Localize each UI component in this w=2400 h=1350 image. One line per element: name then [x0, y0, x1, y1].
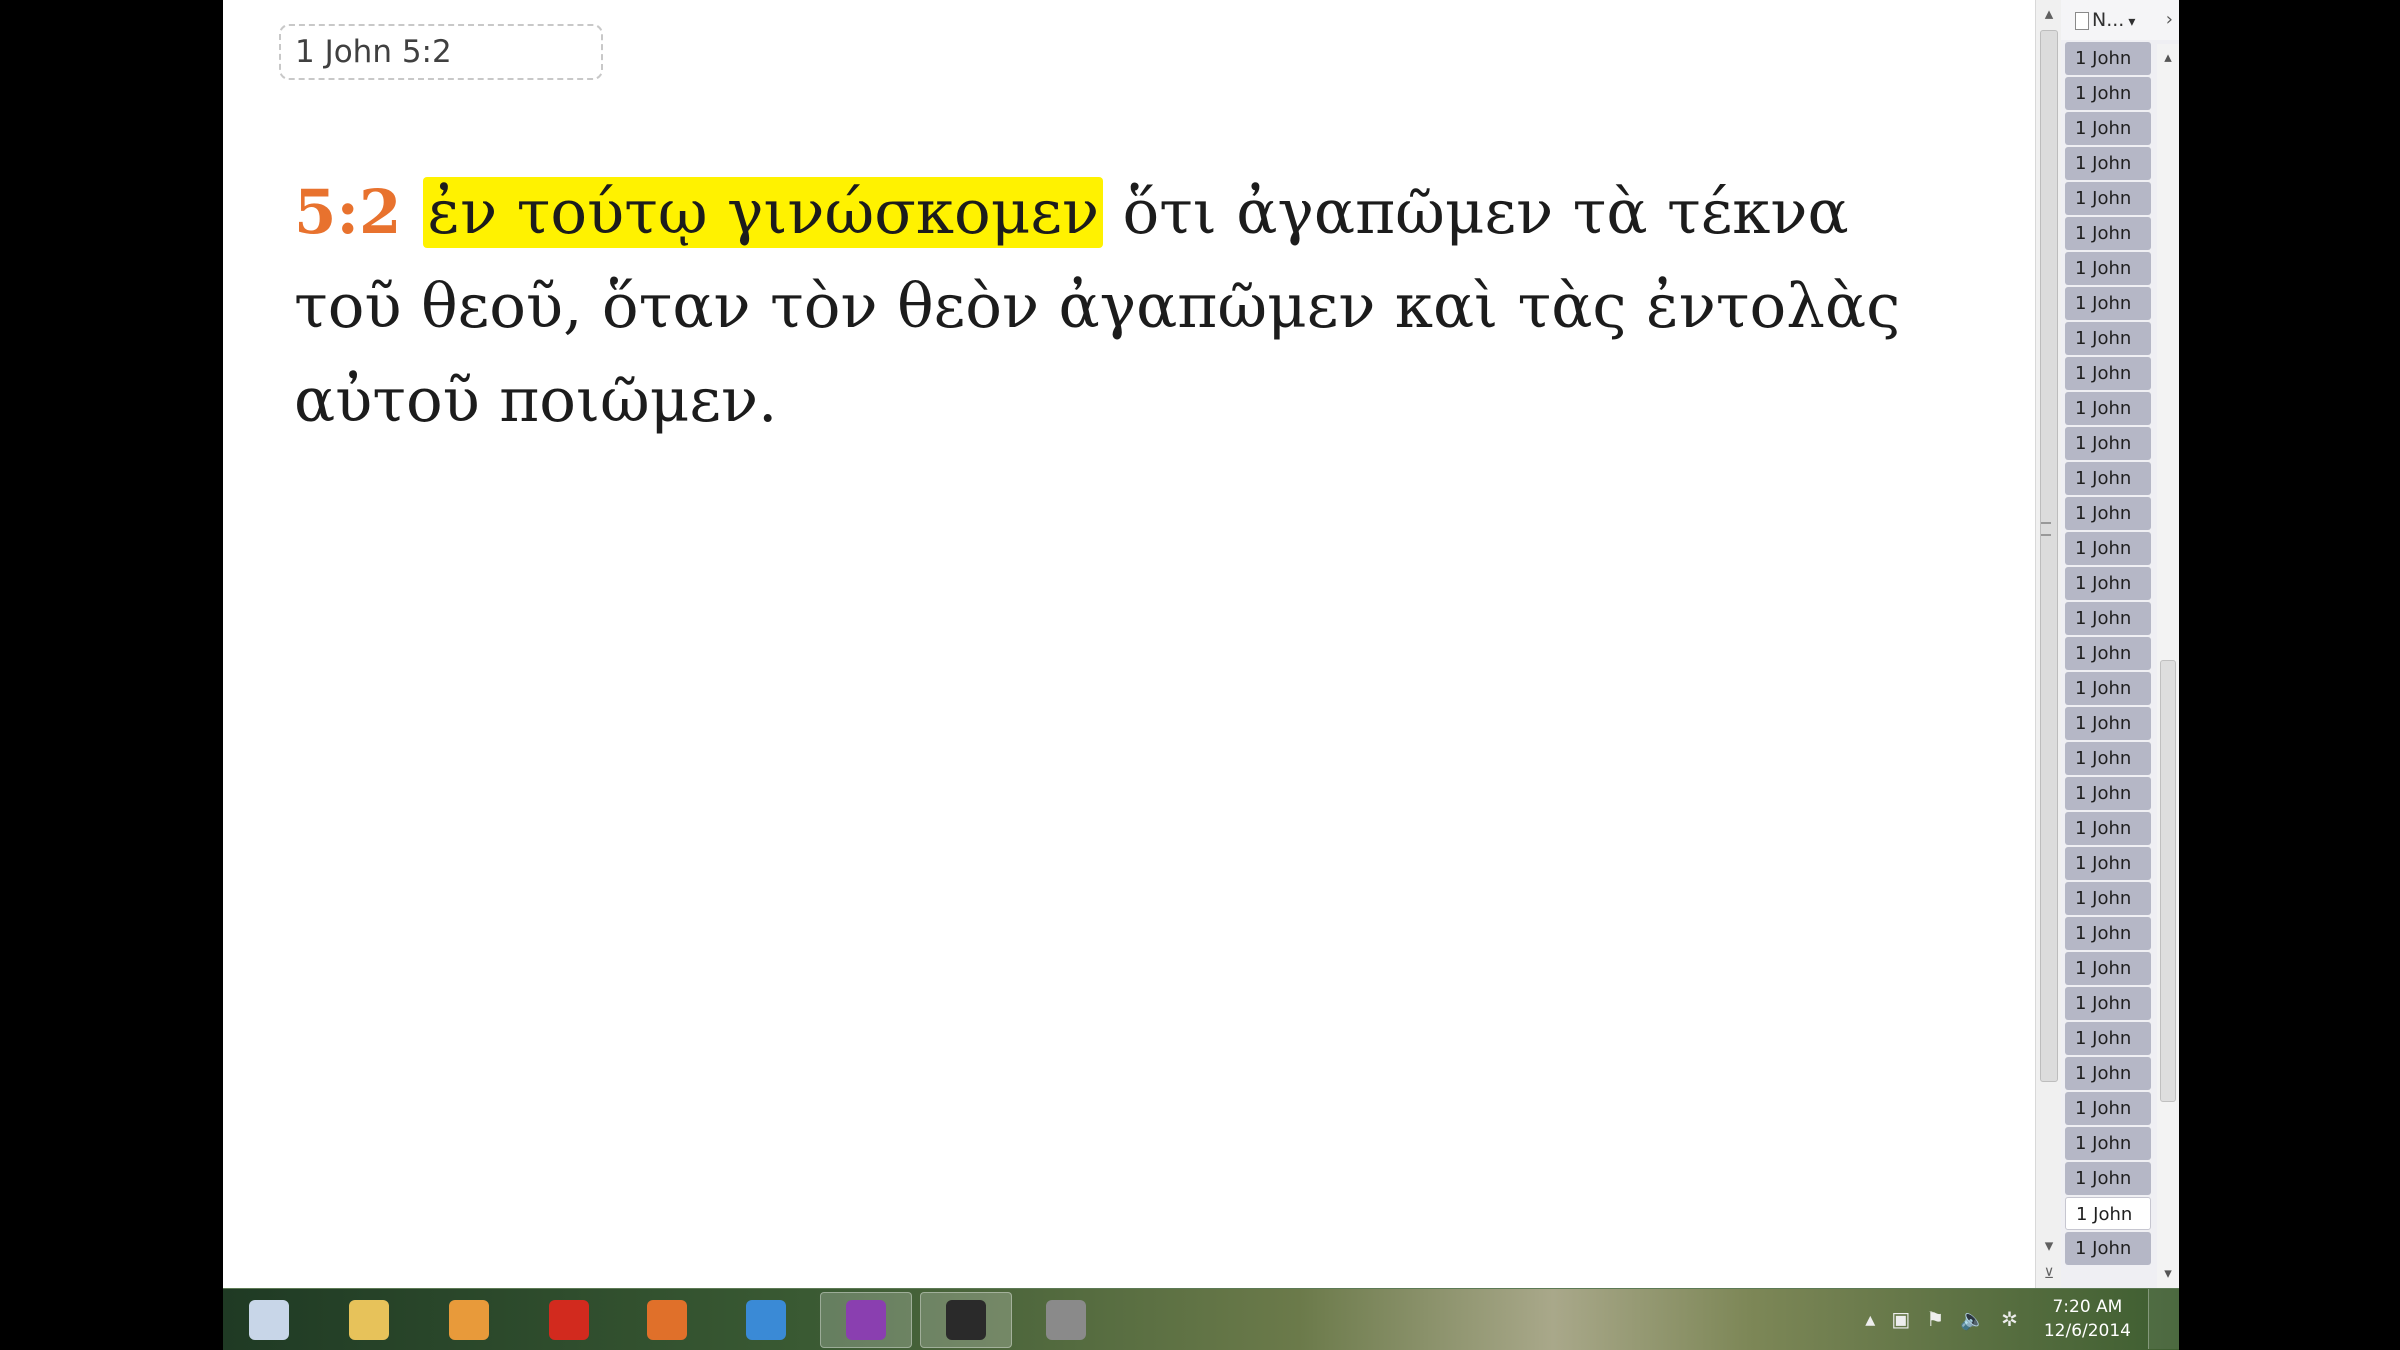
page-list-item[interactable]: 1 John — [2065, 182, 2151, 215]
page-list-item[interactable]: 1 John — [2065, 602, 2151, 635]
pages-list: 1 John 1 John 1 John 1 John 1 John 1 John 1 Jo… — [2061, 42, 2151, 1267]
page-list-item[interactable]: 1 John — [2065, 497, 2151, 530]
taskbar: ▴ ▣ ⚑ 🔈 ✲ 7:20 AM 12/6/2014 — [223, 1288, 2179, 1350]
page-list-item[interactable]: 1 John — [2065, 1092, 2151, 1125]
page-list-item[interactable]: 1 John — [2065, 917, 2151, 950]
chevron-down-icon[interactable]: ▾ — [2128, 14, 2135, 30]
scroll-up-arrow-icon[interactable]: ▴ — [2036, 0, 2062, 28]
clock[interactable]: 7:20 AM 12/6/2014 — [2044, 1295, 2131, 1343]
page-list-item[interactable]: 1 John — [2065, 112, 2151, 145]
show-hidden-icons-icon[interactable]: ▴ — [1865, 1307, 1875, 1331]
page-scroll-thumb[interactable] — [2040, 30, 2058, 1082]
page-list-item[interactable]: 1 John — [2065, 847, 2151, 880]
page-list-item[interactable]: 1 John — [2065, 1022, 2151, 1055]
page-scrollbar[interactable]: ▴ ▾ ⊻ — [2035, 0, 2061, 1288]
dropbox-icon[interactable]: ✲ — [2001, 1307, 2018, 1331]
clipboard-icon[interactable]: ▣ — [1891, 1307, 1910, 1331]
page-list-item[interactable]: 1 John — [2065, 392, 2151, 425]
page-list-item[interactable]: 1 John — [2065, 777, 2151, 810]
page-list-item[interactable]: 1 John — [2065, 532, 2151, 565]
highlighted-phrase: ἐν τούτῳ γινώσκομεν — [423, 177, 1104, 248]
page-list-item[interactable]: 1 John — [2065, 742, 2151, 775]
media-player-icon — [449, 1300, 489, 1340]
taskbar-app-button[interactable] — [720, 1292, 812, 1348]
page-list-item[interactable]: 1 John — [2065, 147, 2151, 180]
page-list-item[interactable]: 1 John — [2065, 812, 2151, 845]
new-page-label: N... — [2092, 9, 2125, 31]
paint-icon — [249, 1300, 289, 1340]
taskbar-app-button[interactable] — [1020, 1292, 1112, 1348]
page-list-item[interactable]: 1 John — [2065, 882, 2151, 915]
page-title[interactable]: 1 John 5:2 — [279, 24, 603, 80]
scroll-end-icon[interactable]: ⊻ — [2036, 1260, 2062, 1288]
scroll-down-arrow-icon[interactable]: ▾ — [2036, 1232, 2062, 1260]
taskbar-app-button[interactable] — [323, 1292, 415, 1348]
page-list-item[interactable]: 1 John — [2065, 637, 2151, 670]
page-list-item[interactable]: 1 John — [2065, 1127, 2151, 1160]
taskbar-app-button[interactable] — [621, 1292, 713, 1348]
new-page-icon — [2075, 11, 2089, 30]
pages-panel-scrollbar[interactable]: ▴ ▾ — [2157, 44, 2179, 1288]
verse-reference: 5:2 — [294, 177, 402, 248]
page-list-item[interactable]: 1 John — [2065, 1057, 2151, 1090]
pages-panel: N... ▾ › 1 John 1 John 1 John 1 John 1 John 1 … — [2061, 0, 2179, 1288]
taskbar-app-button[interactable] — [920, 1292, 1012, 1348]
taskbar-app-button[interactable] — [523, 1292, 615, 1348]
page-list-item[interactable]: 1 John — [2065, 1232, 2151, 1265]
acrobat-icon — [549, 1300, 589, 1340]
page-list-item[interactable]: 1 John — [2065, 707, 2151, 740]
onenote-window: 1 John 5:2 5:2 ἐν τούτῳ γινώσκομεν ὅτι ἀγ… — [223, 0, 2179, 1350]
taskbar-app-button[interactable] — [223, 1292, 315, 1348]
show-desktop-button[interactable] — [2148, 1289, 2179, 1349]
page-list-item[interactable]: 1 John — [2065, 252, 2151, 285]
page-list-item[interactable]: 1 John — [2065, 987, 2151, 1020]
page-list-item[interactable]: 1 John — [2065, 217, 2151, 250]
taskbar-app-button[interactable] — [423, 1292, 515, 1348]
app-icon — [1046, 1300, 1086, 1340]
clock-time: 7:20 AM — [2052, 1297, 2123, 1317]
clock-date: 12/6/2014 — [2043, 1321, 2131, 1341]
action-center-flag-icon[interactable]: ⚑ — [1926, 1307, 1944, 1331]
panel-scroll-up-icon[interactable]: ▴ — [2157, 44, 2179, 70]
folder-icon — [349, 1300, 389, 1340]
volume-icon[interactable]: 🔈 — [1960, 1307, 1985, 1331]
page-list-item[interactable]: 1 John — [2065, 1162, 2151, 1195]
camera-icon — [946, 1300, 986, 1340]
page-list-item[interactable]: 1 John — [2065, 287, 2151, 320]
page-list-item[interactable]: 1 John — [2065, 77, 2151, 110]
taskbar-app-button[interactable] — [820, 1292, 912, 1348]
internet-explorer-icon — [746, 1300, 786, 1340]
panel-scroll-down-icon[interactable]: ▾ — [2157, 1260, 2179, 1286]
page-list-item[interactable]: 1 John — [2065, 672, 2151, 705]
onenote-icon — [846, 1300, 886, 1340]
page-list-item[interactable]: 1 John — [2065, 462, 2151, 495]
page-list-item[interactable]: 1 John — [2065, 952, 2151, 985]
panel-scroll-thumb[interactable] — [2160, 660, 2176, 1102]
page-list-item[interactable]: 1 John — [2065, 1197, 2151, 1230]
system-tray: ▴ ▣ ⚑ 🔈 ✲ 7:20 AM 12/6/2014 — [1865, 1289, 2131, 1349]
collapse-panel-icon[interactable]: › — [2166, 0, 2173, 40]
page-list-item[interactable]: 1 John — [2065, 357, 2151, 390]
firefox-icon — [647, 1300, 687, 1340]
page-canvas[interactable]: 1 John 5:2 5:2 ἐν τούτῳ γινώσκομεν ὅτι ἀγ… — [223, 0, 2035, 1288]
scroll-grip-icon — [2041, 522, 2051, 536]
new-page-button[interactable]: N... ▾ › — [2061, 0, 2179, 40]
page-list-item[interactable]: 1 John — [2065, 567, 2151, 600]
verse-text[interactable]: 5:2 ἐν τούτῳ γινώσκομεν ὅτι ἀγαπῶμεν τὰ τ… — [294, 166, 1934, 448]
page-list-item[interactable]: 1 John — [2065, 42, 2151, 75]
page-list-item[interactable]: 1 John — [2065, 322, 2151, 355]
page-list-item[interactable]: 1 John — [2065, 427, 2151, 460]
